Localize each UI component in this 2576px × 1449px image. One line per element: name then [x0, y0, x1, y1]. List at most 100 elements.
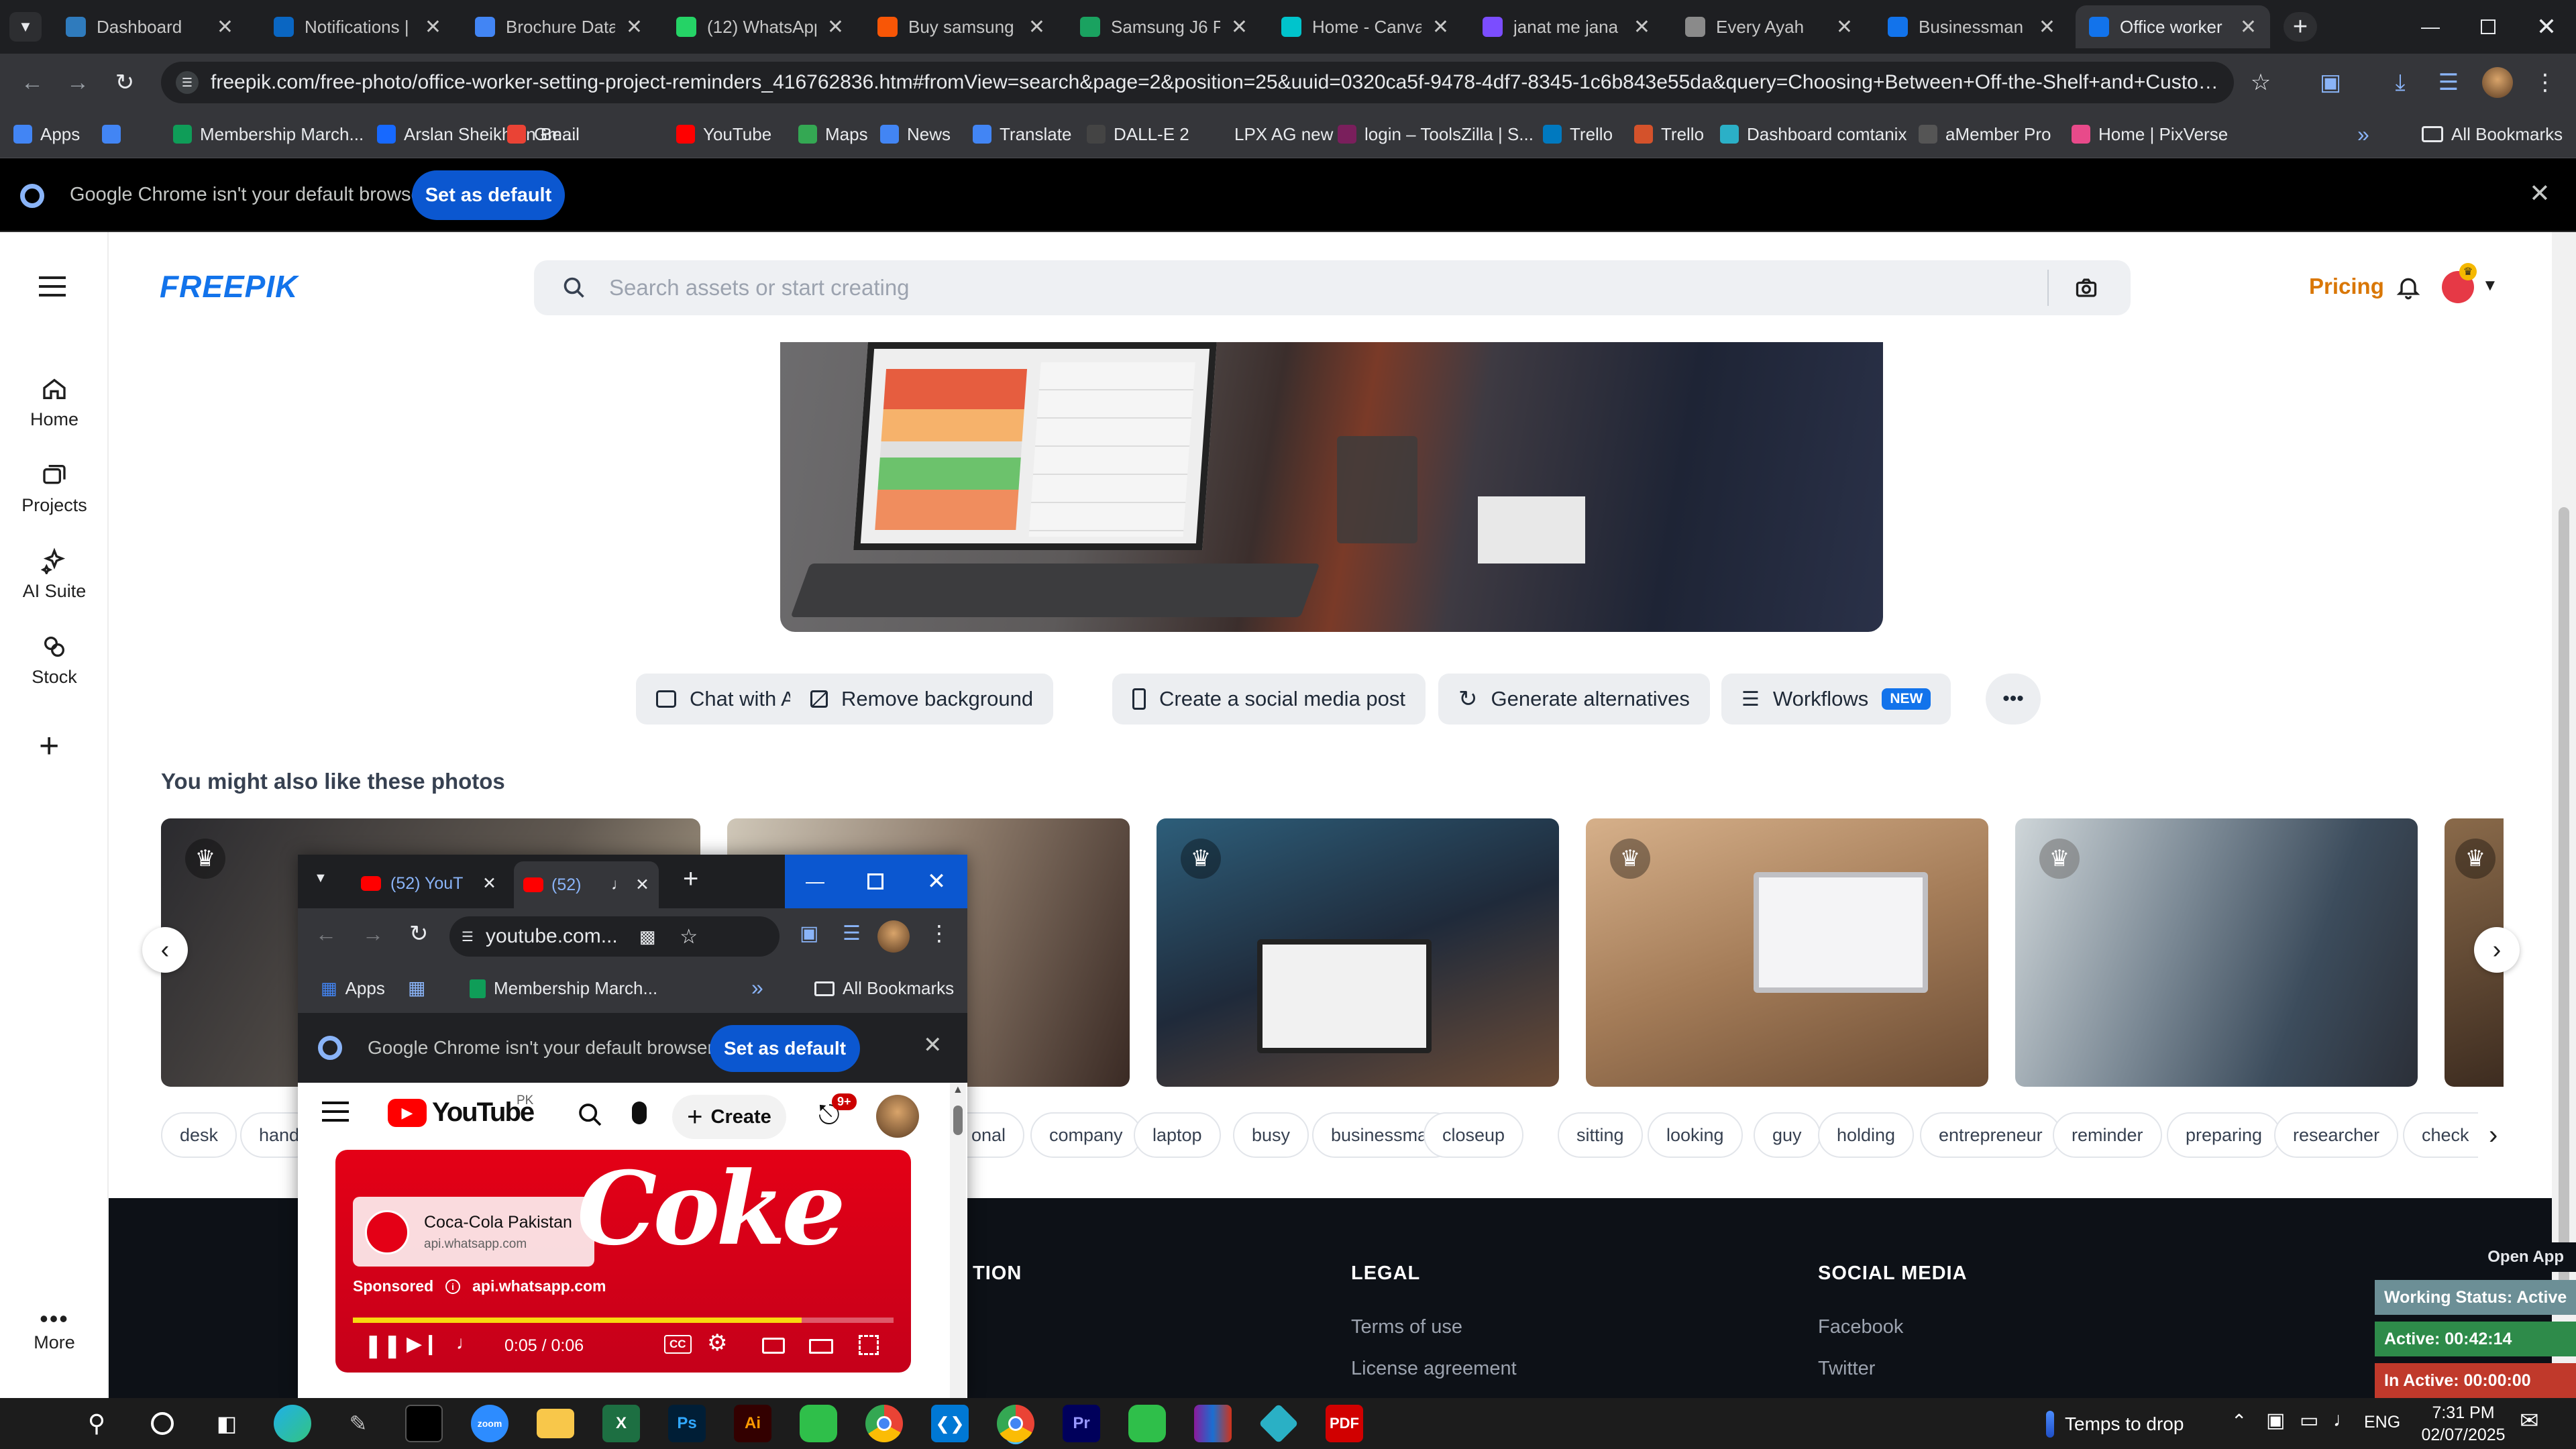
- bookmark-item[interactable]: aMember Pro: [1919, 121, 2051, 148]
- freepik-logo[interactable]: FREEPIK: [160, 268, 298, 305]
- windows-start-icon[interactable]: [13, 1407, 46, 1440]
- open-app-button[interactable]: Open App: [2475, 1242, 2576, 1272]
- related-photo[interactable]: ♛: [2015, 818, 2418, 1087]
- pricing-link[interactable]: Pricing: [2309, 274, 2384, 299]
- pen-app-icon[interactable]: ✎: [339, 1405, 377, 1442]
- carousel-next-button[interactable]: ›: [2474, 927, 2520, 973]
- create-social-post-button[interactable]: Create a social media post: [1112, 674, 1426, 724]
- infobar-close-icon[interactable]: ✕: [923, 1032, 943, 1059]
- tag-chip[interactable]: looking: [1648, 1112, 1743, 1158]
- task-view-icon[interactable]: ◧: [208, 1405, 246, 1442]
- next-video-icon[interactable]: ▶❙: [407, 1332, 439, 1356]
- video-player[interactable]: Coke Coca-Cola Pakistan api.whatsapp.com…: [335, 1150, 911, 1373]
- ad-advertiser-card[interactable]: Coca-Cola Pakistan api.whatsapp.com: [353, 1197, 594, 1267]
- back-button[interactable]: ←: [13, 64, 51, 101]
- tab-close-icon[interactable]: ✕: [217, 15, 233, 39]
- related-photo[interactable]: ♛: [1586, 818, 1988, 1087]
- nav-item-home[interactable]: Home: [0, 376, 109, 430]
- tag-chip[interactable]: guy: [1754, 1112, 1821, 1158]
- camera-search-icon[interactable]: [2074, 276, 2098, 300]
- chrome-icon[interactable]: [865, 1405, 903, 1442]
- zoom-icon[interactable]: zoom: [471, 1405, 508, 1442]
- photoshop-icon[interactable]: Ps: [668, 1405, 706, 1442]
- video-progress-track[interactable]: [353, 1318, 894, 1323]
- media-control-icon[interactable]: ☰: [2430, 64, 2467, 101]
- install-app-icon[interactable]: ▩: [639, 926, 656, 947]
- bookmarks-overflow-icon[interactable]: »: [2357, 121, 2369, 148]
- tab-close-icon[interactable]: ✕: [2039, 15, 2055, 39]
- file-explorer-icon[interactable]: [537, 1409, 574, 1438]
- audio-playing-icon[interactable]: ♩: [611, 875, 627, 894]
- winrar-icon[interactable]: [1194, 1405, 1232, 1442]
- bell-icon[interactable]: [2395, 274, 2422, 301]
- browser-tab[interactable]: Dashboard ✕: [52, 5, 247, 48]
- browser-tab[interactable]: Office worker ✕: [2076, 5, 2270, 48]
- search-icon[interactable]: [577, 1102, 604, 1128]
- tag-chip[interactable]: reminder: [2053, 1112, 2162, 1158]
- tag-chip[interactable]: preparing: [2167, 1112, 2282, 1158]
- new-tab-button[interactable]: +: [683, 864, 698, 894]
- browser-tab[interactable]: Notifications | ✕: [260, 5, 455, 48]
- popup-tab[interactable]: (52) YouT ✕: [352, 861, 506, 906]
- tag-chip[interactable]: laptop: [1134, 1112, 1221, 1158]
- footer-link-twitter[interactable]: Twitter: [1818, 1358, 1875, 1380]
- weather-widget[interactable]: Temps to drop: [2046, 1407, 2184, 1441]
- premiere-icon[interactable]: Pr: [1063, 1405, 1100, 1442]
- tab-groups-icon[interactable]: ▦: [408, 977, 425, 999]
- bookmark-item[interactable]: News: [880, 121, 951, 148]
- tag-chip[interactable]: company: [1030, 1112, 1142, 1158]
- create-button[interactable]: + Create: [672, 1095, 786, 1139]
- bookmark-item[interactable]: Home | PixVerse: [2072, 121, 2228, 148]
- tag-chip[interactable]: desk: [161, 1112, 237, 1158]
- media-control-icon[interactable]: ☰: [843, 922, 861, 945]
- terminal-icon[interactable]: [405, 1405, 443, 1442]
- popup-address-bar[interactable]: ☰ youtube.com... ▩ ☆: [449, 916, 780, 957]
- footer-link-terms[interactable]: Terms of use: [1351, 1316, 1462, 1338]
- account-chevron-down-icon[interactable]: ▼: [2482, 276, 2498, 295]
- chrome-menu-icon[interactable]: ⋮: [928, 920, 950, 946]
- search-icon[interactable]: ⚲: [78, 1405, 115, 1442]
- bookmarks-overflow-icon[interactable]: »: [751, 975, 763, 1000]
- tags-next-icon[interactable]: ›: [2489, 1120, 2498, 1150]
- whatsapp-app-icon[interactable]: [1128, 1405, 1166, 1442]
- forward-button[interactable]: →: [362, 922, 384, 947]
- profile-avatar[interactable]: [2482, 67, 2513, 98]
- extensions-icon[interactable]: ▣: [800, 922, 818, 945]
- browser-tab[interactable]: Every Ayah ✕: [1672, 5, 1866, 48]
- more-options-button[interactable]: •••: [1986, 674, 2041, 724]
- tag-chip[interactable]: check: [2403, 1112, 2478, 1158]
- related-photo[interactable]: ♛: [1157, 818, 1559, 1087]
- tab-close-icon[interactable]: ✕: [1231, 15, 1248, 39]
- edge-icon[interactable]: [274, 1405, 311, 1442]
- footer-link-facebook[interactable]: Facebook: [1818, 1316, 1903, 1338]
- youtube-logo[interactable]: ▶ YouTube PK: [388, 1093, 535, 1128]
- tab-close-icon[interactable]: ✕: [1836, 15, 1853, 39]
- nav-item-more[interactable]: ••• More: [0, 1307, 109, 1353]
- notification-center-icon[interactable]: ✉: [2520, 1407, 2539, 1434]
- youtube-menu-icon[interactable]: [322, 1102, 349, 1122]
- set-as-default-button[interactable]: Set as default: [710, 1025, 860, 1072]
- search-bar[interactable]: Search assets or start creating: [534, 260, 2131, 315]
- bookmark-item[interactable]: DALL-E 2: [1087, 121, 1189, 148]
- scroll-up-icon[interactable]: ▲: [953, 1084, 963, 1096]
- reload-button[interactable]: ↻: [409, 920, 429, 947]
- bookmark-item[interactable]: Dashboard comtanix: [1720, 121, 1907, 148]
- nav-item-stock[interactable]: Stock: [0, 633, 109, 688]
- apps-bookmark[interactable]: ▦ Apps: [321, 978, 385, 999]
- bookmark-star-icon[interactable]: ☆: [2242, 64, 2279, 101]
- bookmark-item[interactable]: Trello: [1543, 121, 1613, 148]
- tab-search-button[interactable]: ▼: [9, 12, 42, 42]
- meet-now-icon[interactable]: ▣: [2266, 1409, 2285, 1432]
- youtube-avatar[interactable]: [876, 1095, 919, 1138]
- search-input[interactable]: Search assets or start creating: [609, 275, 910, 301]
- main-photo[interactable]: [780, 342, 1883, 632]
- settings-gear-icon[interactable]: ⚙: [707, 1330, 727, 1356]
- add-icon[interactable]: +: [39, 729, 59, 763]
- cortana-icon[interactable]: [144, 1405, 181, 1442]
- bookmark-star-icon[interactable]: ☆: [680, 925, 698, 949]
- info-icon[interactable]: i: [445, 1279, 461, 1294]
- tab-close-icon[interactable]: ✕: [1028, 15, 1045, 39]
- forward-button[interactable]: →: [59, 64, 97, 101]
- window-restore-button[interactable]: [2459, 0, 2517, 54]
- language-indicator[interactable]: ENG: [2364, 1413, 2400, 1432]
